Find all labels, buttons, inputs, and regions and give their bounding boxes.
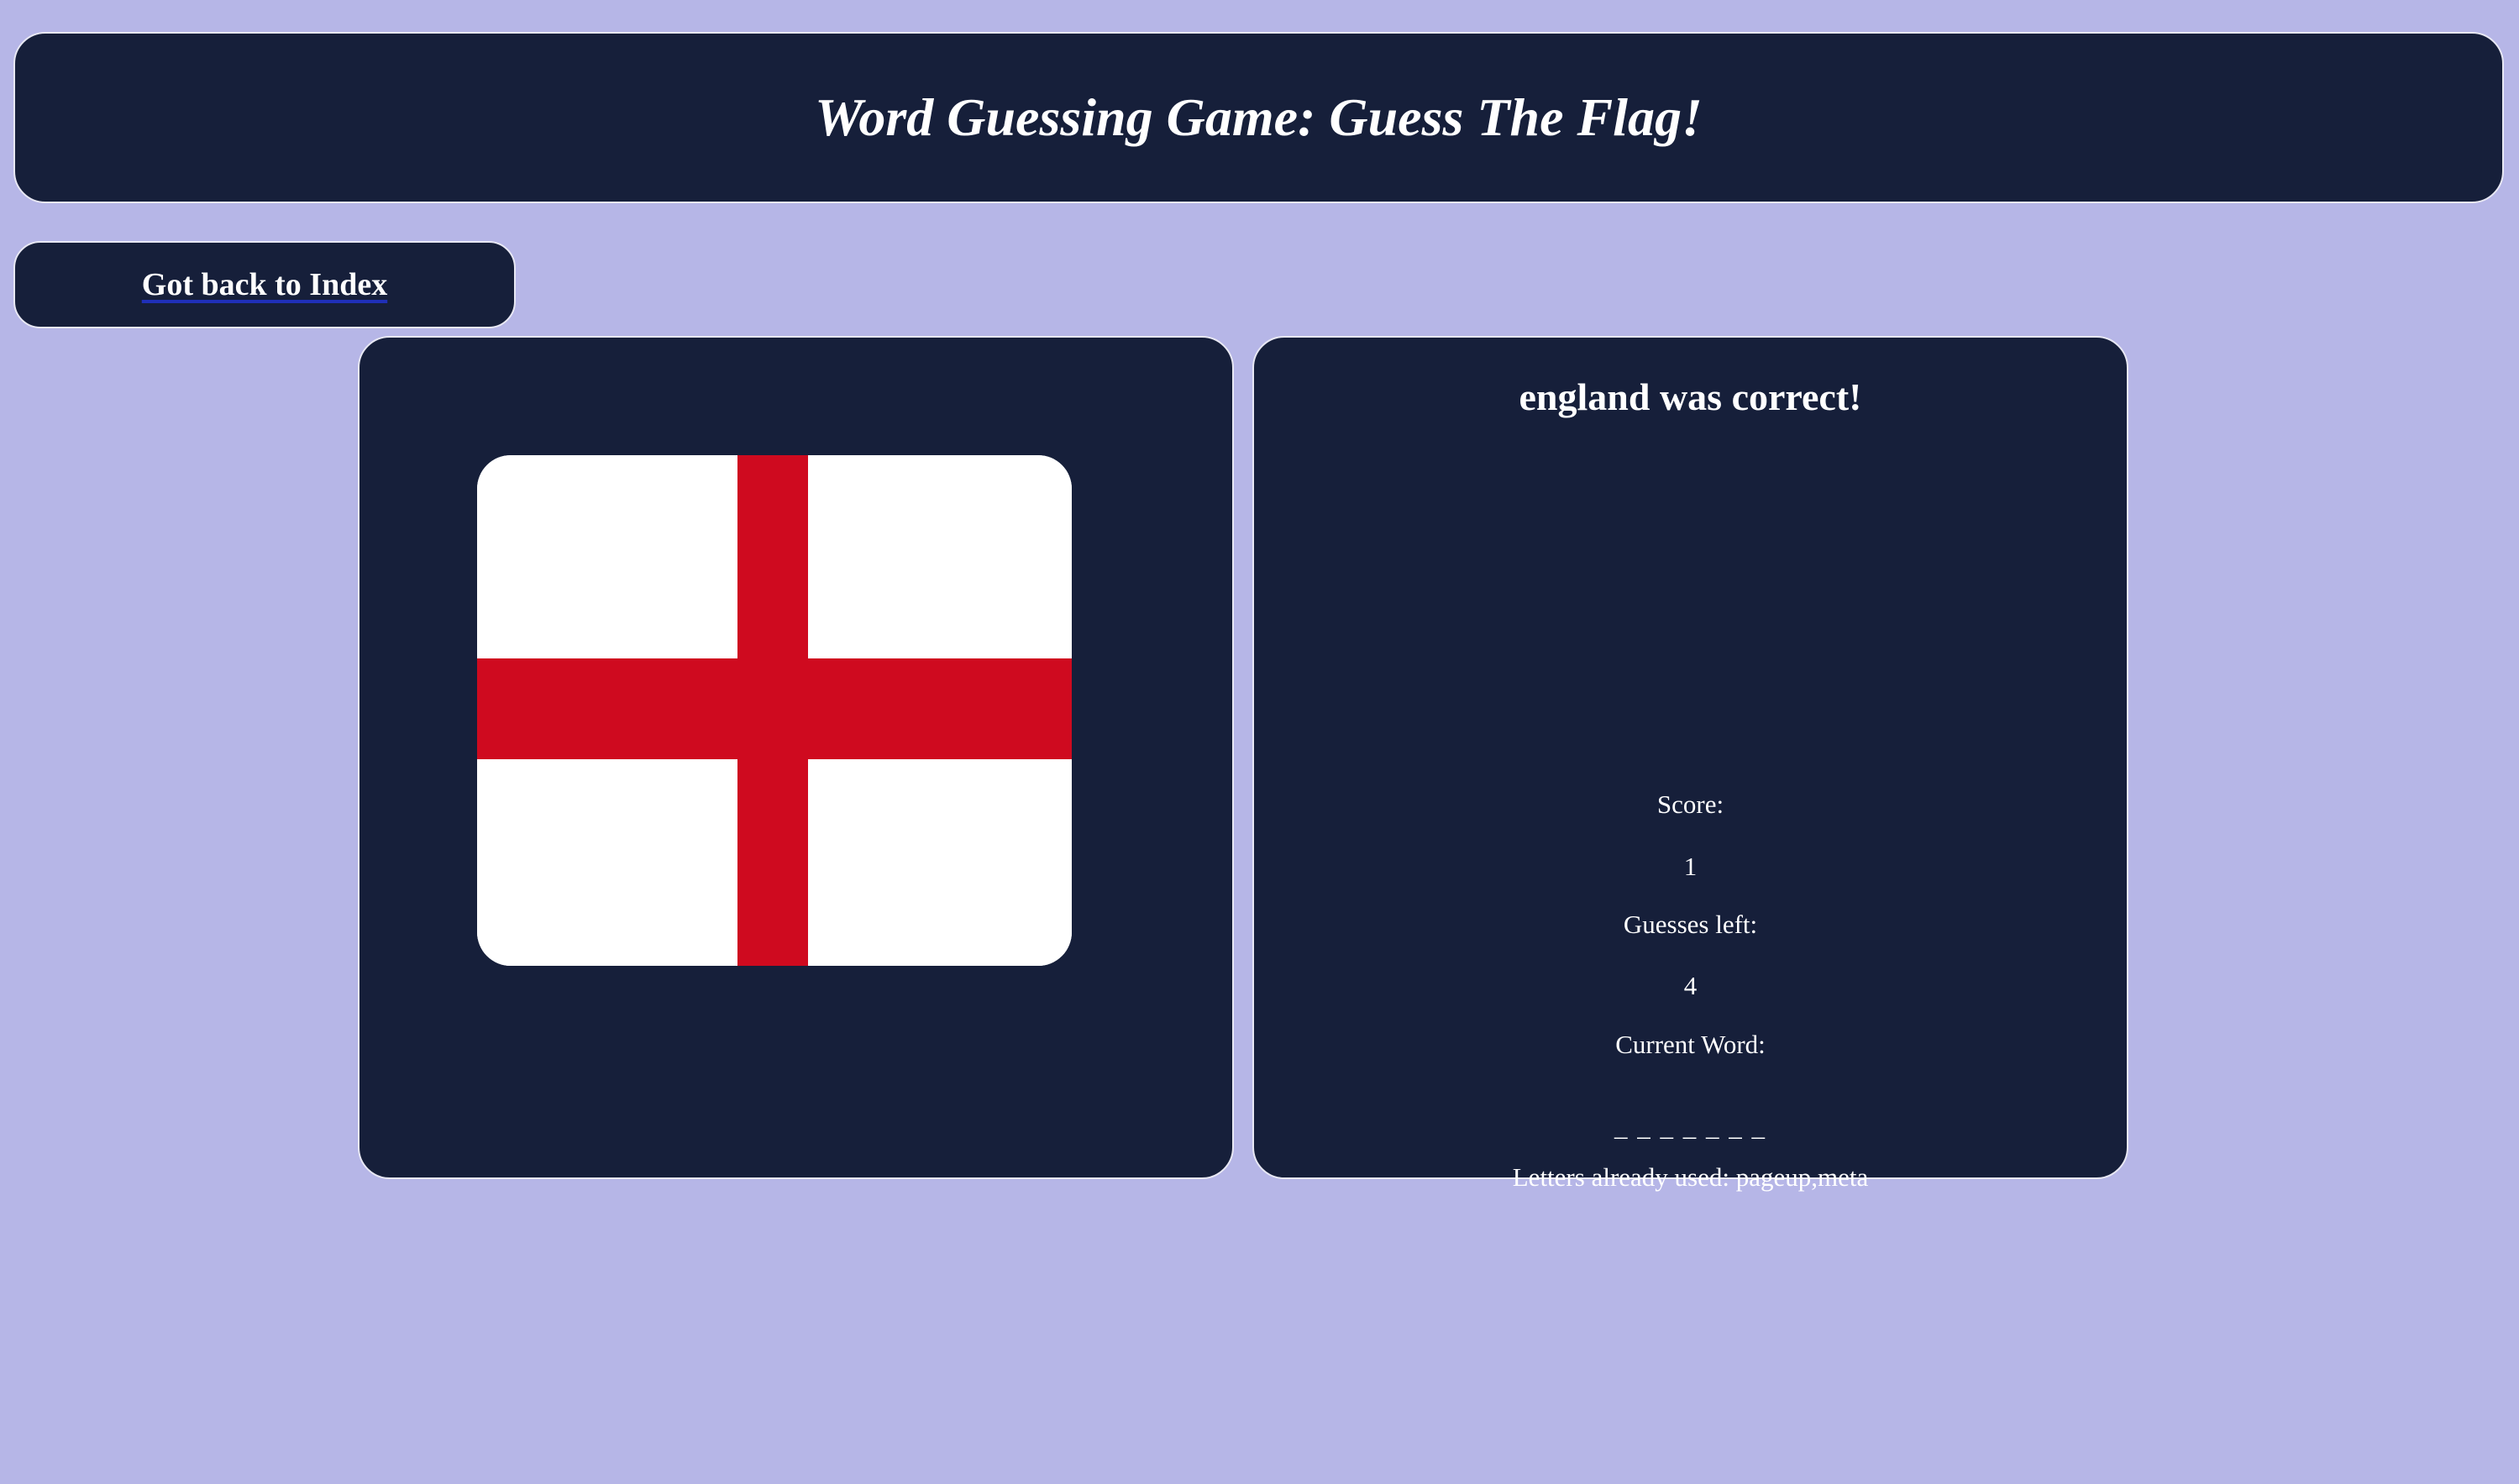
letters-used: Letters already used: pageup,meta — [1512, 1162, 1869, 1192]
england-flag-graphic — [477, 455, 1072, 966]
flag-image — [477, 455, 1072, 966]
guesses-left-value: 4 — [1683, 971, 1698, 1000]
flag-panel — [358, 336, 1234, 1179]
header-banner: Word Guessing Game: Guess The Flag! — [13, 32, 2504, 203]
back-link-container: Got back to Index — [13, 241, 516, 328]
guesses-left-label: Guesses left: — [1623, 910, 1758, 939]
current-word-label: Current Word: — [1615, 1030, 1766, 1059]
score-value: 1 — [1683, 852, 1698, 881]
back-to-index-link[interactable]: Got back to Index — [142, 266, 387, 303]
result-message: england was correct! — [1519, 375, 1862, 418]
current-word-display: _ _ _ _ _ _ _ — [1614, 1112, 1766, 1141]
score-label: Score: — [1656, 789, 1724, 819]
game-info-panel: england was correct! Score: 1 Guesses le… — [1252, 336, 2128, 1192]
flag-cross-horizontal — [477, 658, 1072, 759]
page-title: Word Guessing Game: Guess The Flag! — [815, 87, 1703, 147]
